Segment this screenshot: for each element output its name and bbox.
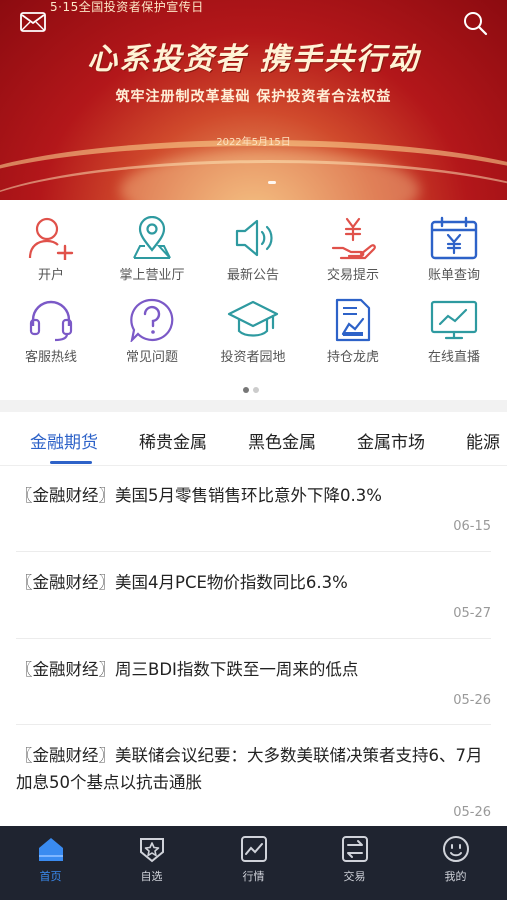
quick-item-label: 开户 [37, 268, 64, 283]
quick-item-label: 持仓龙虎 [326, 350, 379, 365]
news-title: 〖金融财经〗美国5月零售销售环比意外下降0.3% [16, 486, 382, 505]
quick-item-hotline[interactable]: 客服热线 [1, 298, 101, 372]
quick-item-label: 客服热线 [24, 350, 77, 365]
nav-home[interactable]: 首页 [0, 826, 101, 900]
banner-slogan: 心系投资者 携手共行动 [87, 42, 420, 77]
mail-icon[interactable] [20, 12, 46, 32]
quick-item-open-account[interactable]: 开户 [1, 216, 101, 290]
quick-item-label: 账单查询 [427, 268, 480, 283]
nav-label: 交易 [343, 870, 366, 883]
news-title: 〖金融财经〗美联储会议纪要：大多数美联储决策者支持6、7月加息50个基点以抗击通… [16, 746, 483, 792]
tab-ferrous-metals[interactable]: 黑色金属 [248, 428, 316, 453]
nav-label: 自选 [140, 870, 163, 883]
news-date: 05-26 [453, 693, 491, 708]
yen-hand-icon [331, 217, 376, 260]
nav-label: 行情 [242, 870, 265, 883]
active-tab-indicator [50, 461, 92, 464]
monitor-chart-icon [430, 300, 478, 340]
nav-watchlist[interactable]: 自选 [101, 826, 202, 900]
nav-label: 首页 [39, 870, 62, 883]
quick-item-investor-garden[interactable]: 投资者园地 [203, 298, 303, 372]
search-icon[interactable] [462, 10, 488, 36]
add-user-icon [28, 217, 74, 260]
graduation-cap-icon [227, 300, 279, 337]
nav-profile[interactable]: 我的 [405, 826, 506, 900]
chart-icon [240, 836, 267, 862]
nav-trade[interactable]: 交易 [304, 826, 405, 900]
pager-dot-active [243, 387, 249, 393]
location-pin-icon [133, 216, 171, 259]
quick-item-label: 交易提示 [326, 268, 379, 283]
news-date: 05-27 [453, 606, 491, 621]
speaker-icon [235, 219, 273, 257]
news-list: 〖金融财经〗美国5月零售销售环比意外下降0.3% 06-15 〖金融财经〗美国4… [0, 466, 507, 835]
exchange-icon [341, 836, 368, 862]
tab-precious-metals[interactable]: 稀贵金属 [139, 428, 207, 453]
news-item[interactable]: 〖金融财经〗美国4月PCE物价指数同比6.3% 05-27 [16, 552, 491, 639]
news-date: 05-26 [453, 805, 491, 820]
quick-item-mobile-hall[interactable]: 掌上营业厅 [102, 216, 202, 290]
quick-item-trade-tips[interactable]: 交易提示 [303, 216, 403, 290]
quick-item-announcements[interactable]: 最新公告 [203, 216, 303, 290]
chart-document-icon [335, 298, 371, 342]
headset-icon [29, 300, 73, 342]
yen-calendar-icon [430, 216, 478, 260]
nav-label: 我的 [444, 870, 467, 883]
quick-item-label: 常见问题 [125, 350, 178, 365]
tab-metals-market[interactable]: 金属市场 [357, 428, 425, 453]
banner-subtitle: 筑牢注册制改革基础 保护投资者合法权益 [115, 89, 392, 105]
quick-item-label: 投资者园地 [220, 350, 286, 365]
quick-item-bill-query[interactable]: 账单查询 [404, 216, 504, 290]
pager-dot [253, 387, 259, 393]
news-item[interactable]: 〖金融财经〗周三BDI指数下跌至一周来的低点 05-26 [16, 639, 491, 725]
home-icon [38, 838, 63, 861]
news-item[interactable]: 〖金融财经〗美国5月零售销售环比意外下降0.3% 06-15 [16, 466, 491, 552]
quick-item-faq[interactable]: 常见问题 [102, 298, 202, 372]
quick-menu-grid: 开户 掌上营业厅 最新公告 交易提示 账单查询 客服热线 常见问题 投资者园地 … [0, 212, 507, 382]
question-icon [130, 298, 174, 342]
news-title: 〖金融财经〗周三BDI指数下跌至一周来的低点 [16, 660, 359, 679]
news-date: 06-15 [453, 519, 491, 534]
tab-financial-futures[interactable]: 金融期货 [30, 428, 98, 453]
tab-energy[interactable]: 能源 [466, 428, 500, 453]
promo-banner[interactable]: 5·15全国投资者保护宣传日 心系投资者 携手共行动 筑牢注册制改革基础 保护投… [0, 0, 507, 200]
news-item[interactable]: 〖金融财经〗美联储会议纪要：大多数美联储决策者支持6、7月加息50个基点以抗击通… [16, 725, 491, 835]
nav-market[interactable]: 行情 [203, 826, 304, 900]
star-shield-icon [139, 838, 164, 863]
quick-item-label: 掌上营业厅 [119, 268, 185, 283]
profile-icon [442, 836, 469, 862]
category-tabs: 金融期货 稀贵金属 黑色金属 金属市场 能源 [0, 412, 507, 466]
quick-item-positions[interactable]: 持仓龙虎 [303, 298, 403, 372]
quick-item-label: 最新公告 [226, 268, 279, 283]
banner-pager-dot [268, 181, 276, 184]
section-divider [0, 400, 507, 412]
quick-item-label: 在线直播 [427, 350, 480, 365]
bottom-navigation: 首页 自选 行情 交易 我的 [0, 826, 507, 900]
news-title: 〖金融财经〗美国4月PCE物价指数同比6.3% [16, 573, 348, 592]
quick-item-live[interactable]: 在线直播 [404, 298, 504, 372]
banner-top-text: 5·15全国投资者保护宣传日 [50, 0, 204, 14]
banner-date: 2022年5月15日 [216, 137, 291, 148]
quick-menu-pager [243, 378, 263, 397]
